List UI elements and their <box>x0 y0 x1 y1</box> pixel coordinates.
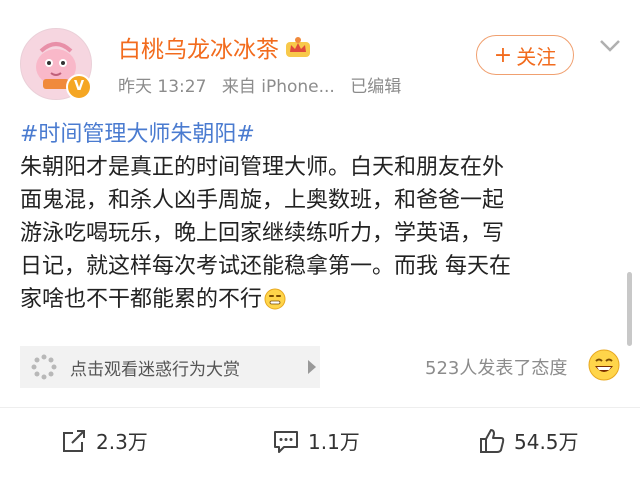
reaction-count[interactable]: 523人发表了态度 <box>425 354 567 380</box>
comment-button[interactable]: 1.1万 <box>272 426 360 455</box>
content-line: 朱朝阳才是真正的时间管理大师。白天和朋友在外 <box>20 155 505 180</box>
content-line: 日记，就这样每次考试还能稳拿第一。而我 每天在 <box>20 254 511 279</box>
video-card-label: 点击观看迷惑行为大赏 <box>70 359 240 380</box>
repost-button[interactable]: 2.3万 <box>60 426 148 455</box>
like-icon <box>480 428 505 453</box>
comment-icon <box>274 430 298 453</box>
post-content: 朱朝阳才是真正的时间管理大师。白天和朋友在外 面鬼混，和杀人凶手周旋，上奥数班，… <box>20 151 620 316</box>
smirk-emoji-icon <box>264 288 286 310</box>
username[interactable]: 白桃乌龙冰冰茶 <box>118 30 311 64</box>
divider <box>0 407 640 408</box>
verified-badge: V <box>66 74 92 100</box>
follow-label: 关注 <box>516 44 557 69</box>
topic-link[interactable]: #时间管理大师朱朝阳# <box>20 116 255 148</box>
username-text: 白桃乌龙冰冰茶 <box>118 37 279 63</box>
content-line-text: 家啥也不干都能累的不行 <box>20 287 263 312</box>
play-arrow-icon <box>308 360 316 374</box>
content-line: 游泳吃喝玩乐，晚上回家继续练听力，学英语，写 <box>20 221 505 246</box>
repost-count: 2.3万 <box>96 430 148 454</box>
grinning-emoji-icon[interactable] <box>588 349 620 381</box>
post-meta: 昨天 13:27 来自 iPhone... 已编辑 <box>118 72 411 97</box>
post-source[interactable]: 来自 iPhone... <box>222 77 335 97</box>
repost-icon <box>63 429 85 452</box>
content-line: 面鬼混，和杀人凶手周旋，上奥数班，和爸爸一起 <box>20 188 505 213</box>
crown-icon <box>286 37 310 57</box>
scrollbar[interactable] <box>627 272 632 346</box>
content-line-last: 家啥也不干都能累的不行 <box>20 283 620 316</box>
like-count: 54.5万 <box>514 430 579 454</box>
loading-icon <box>31 354 57 380</box>
chevron-down-icon[interactable] <box>598 38 622 54</box>
post-time: 昨天 13:27 <box>118 77 207 97</box>
like-button[interactable]: 54.5万 <box>478 426 579 455</box>
post-edited[interactable]: 已编辑 <box>350 77 401 97</box>
follow-button[interactable]: + 关注 <box>476 35 574 75</box>
plus-icon: + <box>493 42 513 68</box>
video-card[interactable]: 点击观看迷惑行为大赏 <box>20 346 320 388</box>
comment-count: 1.1万 <box>308 430 360 454</box>
